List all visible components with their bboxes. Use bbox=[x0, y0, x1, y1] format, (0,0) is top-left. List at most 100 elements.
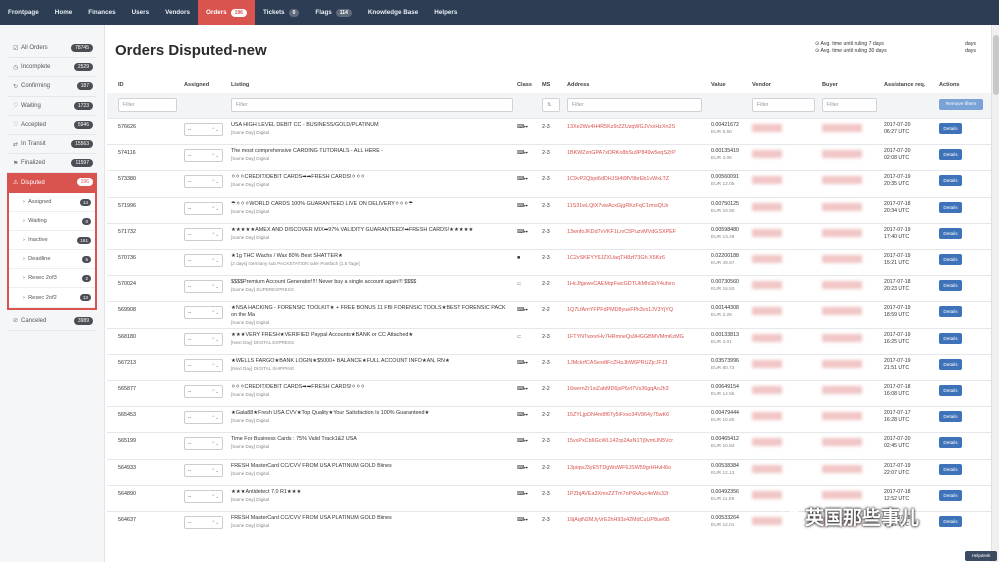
assign-select[interactable]: -- ⌃⌄ bbox=[184, 201, 223, 215]
submenu-item-resec-2of2[interactable]: › Resec 2of2 13 bbox=[9, 288, 95, 308]
vendor-redacted[interactable] bbox=[752, 412, 782, 421]
listing-title[interactable]: The most comprehensive CARDING TUTORIALS… bbox=[231, 148, 513, 155]
buyer-redacted[interactable] bbox=[822, 490, 862, 499]
filter-listing-input[interactable]: Filter bbox=[231, 98, 513, 112]
assign-select[interactable]: -- ⌃⌄ bbox=[184, 149, 223, 163]
details-button[interactable]: Details bbox=[939, 437, 962, 449]
address-link[interactable]: 13Xe2Wv4H4R5Kz9rZZUzqWGJVxxHzXn2S bbox=[567, 124, 702, 130]
address-link[interactable]: 13wnfoJKDd7vVKF1LrvC5PuzvMVdGSXPEF bbox=[567, 229, 702, 235]
vendor-redacted[interactable] bbox=[752, 150, 782, 159]
details-button[interactable]: Details bbox=[939, 332, 962, 344]
listing-cell[interactable]: FRESH MasterCard CC/CVV FROM USA PLATINU… bbox=[231, 463, 513, 477]
col-header-class[interactable]: Class bbox=[517, 82, 532, 88]
listing-title[interactable]: ★Gala88★Fresh USA CVV★Top Quality★Your S… bbox=[231, 410, 513, 417]
nav-item-users[interactable]: Users bbox=[124, 0, 158, 25]
sidebar-item-finalized[interactable]: ⚑ Finalized 11597 bbox=[7, 154, 97, 174]
nav-item-orders[interactable]: Orders 196 bbox=[197, 0, 255, 25]
assign-select[interactable]: -- ⌃⌄ bbox=[184, 489, 223, 503]
listing-title[interactable]: FRESH MasterCard CC/CVV FROM USA PLATINU… bbox=[231, 515, 513, 522]
buyer-redacted[interactable] bbox=[822, 359, 862, 368]
address-link[interactable]: 15ZYLjpDN4m8f67y5iFxxo34V864y75wK6 bbox=[567, 412, 702, 418]
buyer-redacted[interactable] bbox=[822, 386, 862, 394]
buyer-redacted[interactable] bbox=[822, 228, 862, 237]
buyer-redacted[interactable] bbox=[822, 150, 862, 159]
remove-filters-button[interactable]: Remove filters bbox=[939, 99, 983, 110]
details-button[interactable]: Details bbox=[939, 123, 962, 134]
vendor-redacted[interactable] bbox=[752, 438, 782, 447]
listing-cell[interactable]: ⚪⚪⚪CREDIT/DEBIT CARDS➡➡FRESH CARDS!⚪⚪⚪ [S… bbox=[231, 384, 513, 398]
listing-cell[interactable]: The most comprehensive CARDING TUTORIALS… bbox=[231, 148, 513, 162]
submenu-item-resec-2of3[interactable]: › Resec 2of3 2 bbox=[9, 269, 95, 289]
buyer-redacted[interactable] bbox=[822, 202, 862, 211]
listing-title[interactable]: ★NSA HACKING - FORENSIC TOOLKIT★ + FREE … bbox=[231, 305, 513, 319]
address-link[interactable]: 15vxPxCb6GcWL142rp2AsN1Tj9vmUN5Vcr bbox=[567, 438, 702, 444]
vendor-redacted[interactable] bbox=[752, 517, 782, 525]
col-header-listing[interactable]: Listing bbox=[231, 82, 249, 88]
details-button[interactable]: Details bbox=[939, 280, 962, 292]
buyer-redacted[interactable] bbox=[822, 281, 862, 290]
listing-title[interactable]: ★★★★★AMEX AND DISCOVER MIX➡97% VALIDITY … bbox=[231, 227, 513, 234]
address-link[interactable]: 1C9vP2Qbpt6dDHJSt4t9fV9brEb1vWxLTZ bbox=[567, 176, 702, 182]
assign-select[interactable]: -- ⌃⌄ bbox=[184, 463, 223, 477]
listing-cell[interactable]: ★★★VERY FRESH★VERIFIED Paypal Accounts★B… bbox=[231, 332, 513, 346]
assign-select[interactable]: -- ⌃⌄ bbox=[184, 175, 223, 189]
details-button[interactable]: Details bbox=[939, 227, 962, 239]
assign-select[interactable]: -- ⌃⌄ bbox=[184, 306, 223, 320]
listing-title[interactable]: ★1g THC Wachs / Wax 80% Best SHATTER★ bbox=[231, 253, 513, 260]
assign-select[interactable]: -- ⌃⌄ bbox=[184, 411, 223, 425]
col-header-assistance[interactable]: Assistance req. bbox=[884, 82, 925, 88]
sidebar-item-all-orders[interactable]: ☑ All Orders 78745 bbox=[7, 39, 97, 59]
vendor-redacted[interactable] bbox=[752, 333, 782, 342]
assign-select[interactable]: -- ⌃⌄ bbox=[184, 437, 223, 451]
col-header-assigned[interactable]: Assigned bbox=[184, 82, 209, 88]
listing-title[interactable]: ⚪⚪⚪CREDIT/DEBIT CARDS➡➡FRESH CARDS!⚪⚪⚪ bbox=[231, 174, 513, 181]
details-button[interactable]: Details bbox=[939, 411, 962, 423]
nav-item-flags[interactable]: Flags 114 bbox=[307, 0, 360, 25]
col-header-vendor[interactable]: Vendor bbox=[752, 82, 771, 88]
nav-item-helpers[interactable]: Helpers bbox=[426, 0, 465, 25]
listing-cell[interactable]: ★WELLS FARGO★BANK LOGIN★$5000+ BALANCE★F… bbox=[231, 358, 513, 372]
sidebar-item-waiting[interactable]: ♡ Waiting 1723 bbox=[7, 97, 97, 116]
vendor-redacted[interactable] bbox=[752, 255, 782, 263]
address-link[interactable]: 1JMckrfCASexdtFcZHoJbW6PRUZjcJFJ3 bbox=[567, 360, 702, 366]
vendor-redacted[interactable] bbox=[752, 359, 782, 368]
helpdesk-button[interactable]: Helpdesk bbox=[965, 551, 997, 561]
nav-item-finances[interactable]: Finances bbox=[80, 0, 123, 25]
details-button[interactable]: Details bbox=[939, 201, 962, 213]
sidebar-item-disputed[interactable]: ⚠ Disputed 196 bbox=[7, 173, 97, 193]
listing-title[interactable]: ⚪⚪⚪CREDIT/DEBIT CARDS➡➡FRESH CARDS!⚪⚪⚪ bbox=[231, 384, 513, 391]
address-link[interactable]: 13piqwJ3yE5TDgWsWF6JSW59grHHvH6o bbox=[567, 465, 702, 471]
vendor-redacted[interactable] bbox=[752, 228, 782, 237]
details-button[interactable]: Details bbox=[939, 385, 962, 396]
filter-address-input[interactable]: Filter bbox=[567, 98, 702, 112]
submenu-item-deadline[interactable]: › Deadline 5 bbox=[9, 250, 95, 270]
assign-select[interactable]: -- ⌃⌄ bbox=[184, 332, 223, 346]
submenu-item-inactive[interactable]: › Inactive 161 bbox=[9, 231, 95, 251]
sidebar-item-canceled[interactable]: ⊘ Canceled 3989 bbox=[7, 312, 97, 331]
listing-cell[interactable]: ★NSA HACKING - FORENSIC TOOLKIT★ + FREE … bbox=[231, 305, 513, 326]
listing-cell[interactable]: ★Gala88★Fresh USA CVV★Top Quality★Your S… bbox=[231, 410, 513, 424]
address-link[interactable]: 1Q7LfAmYFPFdPMD8yueFPk3vs1JV3YjYQ bbox=[567, 307, 702, 313]
listing-cell[interactable]: USA HIGH LEVEL DEBIT CC - BUSINESS/GOLD/… bbox=[231, 122, 513, 136]
listing-cell[interactable]: ★★★★★AMEX AND DISCOVER MIX➡97% VALIDITY … bbox=[231, 227, 513, 241]
nav-item-home[interactable]: Home bbox=[47, 0, 81, 25]
vendor-redacted[interactable] bbox=[752, 464, 782, 473]
nav-item-knowledge-base[interactable]: Knowledge Base bbox=[360, 0, 426, 25]
vendor-redacted[interactable] bbox=[752, 176, 782, 185]
assign-select[interactable]: -- ⌃⌄ bbox=[184, 280, 223, 294]
filter-vendor-input[interactable]: Filter bbox=[752, 98, 815, 112]
address-link[interactable]: 1PZbjAVEa3XmxZZTm7nP6kAuc4eWs32t bbox=[567, 491, 702, 497]
listing-cell[interactable]: Time For Business Cards : 75% Valid Trac… bbox=[231, 436, 513, 450]
address-link[interactable]: 1BKWZxnGPA7xDRKo8bSu9P849w5eqSZrP bbox=[567, 150, 702, 156]
filter-ms-input[interactable]: ⇅ bbox=[542, 98, 560, 112]
listing-title[interactable]: $$$$Premium Account Generator!!!! Never … bbox=[231, 279, 513, 286]
col-header-address[interactable]: Address bbox=[567, 82, 589, 88]
col-header-buyer[interactable]: Buyer bbox=[822, 82, 838, 88]
listing-cell[interactable]: ⚪⚪⚪CREDIT/DEBIT CARDS➡➡FRESH CARDS!⚪⚪⚪ [S… bbox=[231, 174, 513, 188]
scrollbar[interactable] bbox=[991, 25, 999, 562]
listing-title[interactable]: ★★★VERY FRESH★VERIFIED Paypal Accounts★B… bbox=[231, 332, 513, 339]
details-button[interactable]: Details bbox=[939, 306, 962, 318]
buyer-redacted[interactable] bbox=[822, 176, 862, 185]
listing-title[interactable]: ★WELLS FARGO★BANK LOGIN★$5000+ BALANCE★F… bbox=[231, 358, 513, 365]
assign-select[interactable]: -- ⌃⌄ bbox=[184, 358, 223, 372]
